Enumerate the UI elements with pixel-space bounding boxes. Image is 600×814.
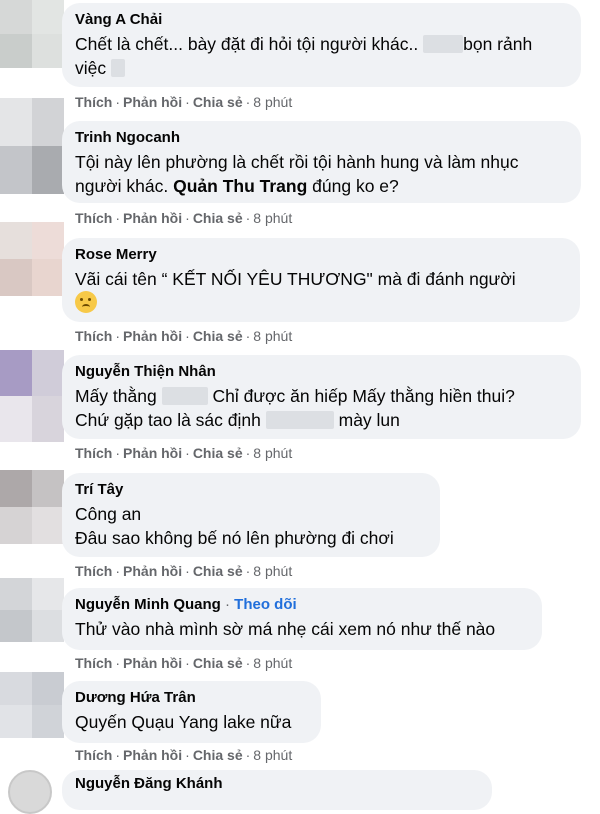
comment-bubble: Nguyễn Minh Quang · Theo dõi Thử vào nhà… [62,588,542,650]
comment-bubble: Dương Hứa Trân Quyến Quạu Yang lake nữa [62,681,321,743]
like-button[interactable]: Thích [75,655,112,671]
blurred-text [265,411,334,429]
like-button[interactable]: Thích [75,94,112,110]
reply-button[interactable]: Phản hồi [123,210,182,226]
commenter-name[interactable]: Nguyễn Thiện Nhân [75,362,567,382]
share-button[interactable]: Chia sẻ [193,210,243,226]
reply-button[interactable]: Phản hồi [123,563,182,579]
comment-text: Mấy thằng Chỉ được ăn hiếp Mấy thằng hiề… [75,386,515,430]
commenter-name[interactable]: Trí Tây [75,480,426,500]
avatar[interactable] [0,672,64,738]
comment-actions: Thích · Phản hồi · Chia sẻ · 8 phút [75,445,293,461]
comment-timestamp[interactable]: 8 phút [253,445,292,461]
avatar[interactable] [0,578,64,642]
commenter-name[interactable]: Rose Merry [75,245,566,265]
comment-bubble: Trinh Ngocanh Tội này lên phường là chết… [62,121,581,203]
avatar[interactable] [0,350,64,442]
blurred-text [111,59,125,77]
share-button[interactable]: Chia sẻ [193,747,243,763]
comment-actions: Thích · Phản hồi · Chia sẻ · 8 phút [75,747,293,763]
thinking-face-icon [75,291,97,313]
like-button[interactable]: Thích [75,210,112,226]
comment-timestamp[interactable]: 8 phút [253,328,292,344]
share-button[interactable]: Chia sẻ [193,94,243,110]
like-button[interactable]: Thích [75,328,112,344]
share-button[interactable]: Chia sẻ [193,655,243,671]
avatar[interactable] [0,222,64,296]
comment-text: Chết là chết... bày đặt đi hỏi tội người… [75,34,533,78]
reply-button[interactable]: Phản hồi [123,747,182,763]
comment-text: Tội này lên phường là chết rồi tội hành … [75,152,519,196]
reply-button[interactable]: Phản hồi [123,655,182,671]
blurred-text [423,35,464,53]
comment-bubble: Vàng A Chải Chết là chết... bày đặt đi h… [62,3,581,87]
comment-actions: Thích · Phản hồi · Chia sẻ · 8 phút [75,655,293,671]
reply-button[interactable]: Phản hồi [123,328,182,344]
comment-text: Thử vào nhà mình sờ má nhẹ cái xem nó nh… [75,619,496,639]
comment-timestamp[interactable]: 8 phút [253,94,292,110]
comment-text: Vãi cái tên “ KẾT NỐI YÊU THƯƠNG" mà đi … [75,267,566,315]
comment-actions: Thích · Phản hồi · Chia sẻ · 8 phút [75,94,293,110]
like-button[interactable]: Thích [75,445,112,461]
share-button[interactable]: Chia sẻ [193,445,243,461]
comment-text: Quyến Quạu Yang lake nữa [75,712,292,732]
share-button[interactable]: Chia sẻ [193,328,243,344]
comment-timestamp[interactable]: 8 phút [253,563,292,579]
avatar[interactable] [0,470,64,544]
comment-text: Công an Đâu sao không bế nó lên phường đ… [75,504,394,548]
commenter-name[interactable]: Dương Hứa Trân [75,688,307,708]
reply-button[interactable]: Phản hồi [123,445,182,461]
commenter-name[interactable]: Vàng A Chải [75,10,567,30]
commenter-name[interactable]: Nguyễn Đăng Khánh [75,775,223,792]
commenter-name[interactable]: Trinh Ngocanh [75,128,567,148]
comment-actions: Thích · Phản hồi · Chia sẻ · 8 phút [75,563,293,579]
comment-timestamp[interactable]: 8 phút [253,655,292,671]
comment-bubble: Trí Tây Công an Đâu sao không bế nó lên … [62,473,440,557]
blurred-text [161,387,208,405]
comment-bubble: Nguyễn Thiện Nhân Mấy thằng Chỉ được ăn … [62,355,581,439]
follow-link[interactable]: Theo dõi [234,596,297,613]
comment-timestamp[interactable]: 8 phút [253,210,292,226]
avatar[interactable] [0,0,64,68]
mention-link[interactable]: Quản Thu Trang [173,176,307,196]
comment-bubble: Rose Merry Vãi cái tên “ KẾT NỐI YÊU THƯ… [62,238,580,322]
like-button[interactable]: Thích [75,563,112,579]
avatar[interactable] [0,98,64,194]
comment-timestamp[interactable]: 8 phút [253,747,292,763]
commenter-name: Nguyễn Minh Quang · Theo dõi [75,596,297,613]
reply-button[interactable]: Phản hồi [123,94,182,110]
like-button[interactable]: Thích [75,747,112,763]
comment-actions: Thích · Phản hồi · Chia sẻ · 8 phút [75,210,293,226]
avatar[interactable] [8,770,52,814]
comment-actions: Thích · Phản hồi · Chia sẻ · 8 phút [75,328,293,344]
share-button[interactable]: Chia sẻ [193,563,243,579]
